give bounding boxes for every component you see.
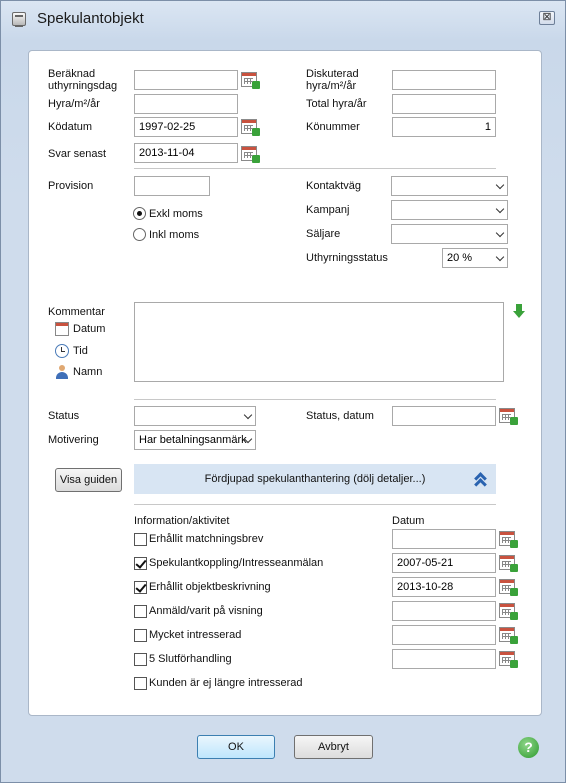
fordjupad-banner[interactable]: Fördjupad spekulanthantering (dölj detal…	[134, 464, 496, 494]
konummer-input[interactable]: 1	[392, 117, 496, 137]
beraknad-label-1: Beräknad	[48, 68, 96, 80]
svar-senast-input[interactable]: 2013-11-04	[134, 143, 238, 163]
activity-date-input[interactable]	[392, 529, 496, 549]
kodatum-label: Ködatum	[48, 121, 93, 133]
uthyrningsstatus-value: 20 %	[447, 252, 473, 264]
total-hyra-input[interactable]	[392, 94, 496, 114]
motivering-select[interactable]: Har betalningsanmärk	[134, 430, 256, 450]
activity-checkbox[interactable]	[134, 605, 147, 618]
activity-label: Kunden är ej längre intresserad	[149, 677, 303, 689]
provision-input[interactable]	[134, 176, 210, 196]
hyra-label: Hyra/m²/år	[48, 98, 100, 110]
close-button[interactable]: ⊠	[539, 11, 555, 25]
diskuterad-label-2: hyra/m²/år	[306, 80, 357, 92]
calendar-add-icon[interactable]	[241, 72, 260, 89]
kontaktvag-select[interactable]	[391, 176, 508, 196]
activity-checkbox[interactable]	[134, 629, 147, 642]
double-chevron-up-icon[interactable]	[474, 471, 488, 491]
motivering-value: Har betalningsanmärk	[139, 434, 247, 446]
chevron-down-icon	[495, 204, 505, 214]
activity-label: 5 Slutförhandling	[149, 653, 232, 665]
kommentar-textarea[interactable]	[134, 302, 504, 382]
activity-checkbox[interactable]	[134, 557, 147, 570]
kodatum-input[interactable]: 1997-02-25	[134, 117, 238, 137]
hyra-input[interactable]	[134, 94, 238, 114]
konummer-label: Könummer	[306, 121, 360, 133]
calendar-add-icon[interactable]	[499, 408, 518, 425]
svar-senast-label: Svar senast	[48, 148, 107, 160]
status-label: Status	[48, 410, 80, 422]
help-icon[interactable]: ?	[518, 737, 539, 758]
activity-checkbox[interactable]	[134, 581, 147, 594]
banner-text: Fördjupad spekulanthantering (dölj detal…	[204, 473, 426, 485]
kampanj-select[interactable]	[391, 200, 508, 220]
activity-date-input[interactable]: 2013-10-28	[392, 577, 496, 597]
activity-label: Anmäld/varit på visning	[149, 605, 263, 617]
activity-date-input[interactable]	[392, 649, 496, 669]
radio-inkl-moms[interactable]	[133, 228, 146, 241]
provision-label: Provision	[48, 180, 94, 192]
divider	[134, 504, 496, 505]
activity-label: Spekulantkoppling/Intresseanmälan	[149, 557, 324, 569]
calendar-add-icon[interactable]	[499, 579, 518, 596]
radio-exkl-label: Exkl moms	[149, 208, 203, 220]
chevron-down-icon	[495, 180, 505, 190]
uthyrningsstatus-select[interactable]: 20 %	[442, 248, 508, 268]
activity-date-input[interactable]	[392, 625, 496, 645]
activity-label: Mycket intresserad	[149, 629, 242, 641]
saljare-select[interactable]	[391, 224, 508, 244]
status-datum-input[interactable]	[392, 406, 496, 426]
calendar-icon[interactable]	[55, 322, 69, 336]
calendar-add-icon[interactable]	[499, 603, 518, 620]
activity-checkbox[interactable]	[134, 677, 147, 690]
clock-icon[interactable]	[55, 344, 69, 358]
beraknad-label-2: uthyrningsdag	[48, 80, 118, 92]
information-aktivitet-header: Information/aktivitet	[134, 515, 230, 527]
radio-inkl-label: Inkl moms	[149, 229, 200, 241]
arrow-down-icon[interactable]	[513, 304, 525, 318]
calendar-add-icon[interactable]	[499, 627, 518, 644]
activity-label: Erhållit matchningsbrev	[149, 533, 264, 545]
ok-button[interactable]: OK	[197, 735, 275, 759]
kommentar-label: Kommentar	[48, 306, 105, 318]
kontaktvag-label: Kontaktväg	[306, 180, 362, 192]
activity-date-input[interactable]: 2007-05-21	[392, 553, 496, 573]
tid-link[interactable]: Tid	[73, 345, 88, 357]
database-icon	[12, 12, 26, 27]
uthyrningsstatus-label: Uthyrningsstatus	[306, 252, 388, 264]
user-icon[interactable]	[55, 365, 69, 379]
activity-date-input[interactable]	[392, 601, 496, 621]
total-hyra-label: Total hyra/år	[306, 98, 367, 110]
diskuterad-hyra-input[interactable]	[392, 70, 496, 90]
divider	[134, 399, 496, 400]
window-title: Spekulantobjekt	[37, 10, 144, 27]
chevron-down-icon	[243, 410, 253, 420]
status-datum-label: Status, datum	[306, 410, 374, 422]
radio-exkl-moms[interactable]	[133, 207, 146, 220]
diskuterad-label-1: Diskuterad	[306, 68, 359, 80]
beraknad-uthyrningsdag-input[interactable]	[134, 70, 238, 90]
calendar-add-icon[interactable]	[499, 531, 518, 548]
saljare-label: Säljare	[306, 228, 341, 240]
chevron-down-icon	[495, 252, 505, 262]
activity-checkbox[interactable]	[134, 533, 147, 546]
calendar-add-icon[interactable]	[241, 146, 260, 163]
chevron-down-icon	[495, 228, 505, 238]
activity-label: Erhållit objektbeskrivning	[149, 581, 271, 593]
activity-checkbox[interactable]	[134, 653, 147, 666]
motivering-label: Motivering	[48, 434, 99, 446]
datum-link[interactable]: Datum	[73, 323, 105, 335]
namn-link[interactable]: Namn	[73, 366, 102, 378]
calendar-add-icon[interactable]	[499, 651, 518, 668]
avbryt-button[interactable]: Avbryt	[294, 735, 373, 759]
visa-guiden-button[interactable]: Visa guiden	[55, 468, 122, 492]
divider	[134, 168, 496, 169]
status-select[interactable]	[134, 406, 256, 426]
dialog-window: Spekulantobjekt ⊠ Beräknad uthyrningsdag…	[0, 0, 566, 783]
title-bar: Spekulantobjekt ⊠	[1, 1, 565, 35]
calendar-add-icon[interactable]	[499, 555, 518, 572]
datum-header: Datum	[392, 515, 425, 527]
kampanj-label: Kampanj	[306, 204, 350, 216]
calendar-add-icon[interactable]	[241, 119, 260, 136]
